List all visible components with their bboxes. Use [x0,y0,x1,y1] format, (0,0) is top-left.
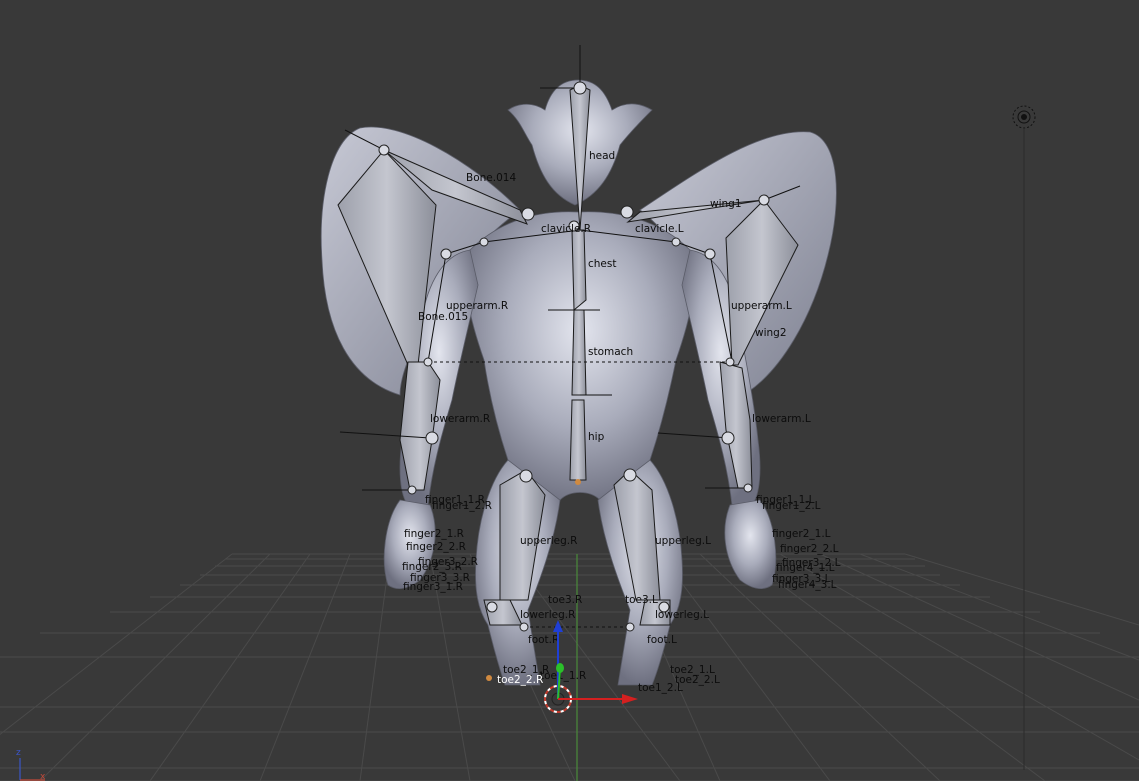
bone-label-lowerarm-l: lowerarm.L [752,413,811,425]
3d-viewport[interactable]: head Bone.014 wing1 clavicle.R clavicle.… [0,0,1139,781]
bone-label-wing1: wing1 [710,198,742,210]
bone-label-head: head [589,150,615,162]
x-axis-arrow-icon[interactable] [622,694,638,704]
bone-label-hip: hip [588,431,605,443]
bone-label-lowerleg-r: lowerleg.R [520,609,575,621]
toe-root-marker [486,675,492,681]
z-axis-arrow-icon[interactable] [553,620,563,632]
hip-root-marker [575,479,581,485]
bone-label-stomach: stomach [588,346,633,358]
bone-label-upperleg-r: upperleg.R [520,535,577,547]
bone-label-finger2-1-l: finger2_1.L [772,528,831,540]
lamp-object[interactable] [1012,105,1036,770]
bone-label-toe1-1-r: toe1_1.R [540,670,586,682]
bone-label-upperarm-l: upperarm.L [731,300,792,312]
bone-label-toe3-r: toe3.R [548,594,582,606]
floor-grid [0,553,1139,781]
bone-label-chest: chest [588,258,616,270]
bone-label-lowerarm-r: lowerarm.R [430,413,490,425]
bone-label-wing2: wing2 [755,327,787,339]
bone-label-toe3-l: toe3.L [625,594,658,606]
bone-label-foot-l: foot.L [647,634,677,646]
axis-x-label: x [40,772,46,781]
bone-label-finger1-2-r: finger1_2.R [432,500,492,512]
bone-label-finger2-1-r: finger2_1.R [404,528,464,540]
bone-label-toe1-2-l: toe1_2.L [638,682,683,694]
viewport-canvas[interactable]: head Bone.014 wing1 clavicle.R clavicle.… [0,0,1139,781]
bone-label-finger2-2-r: finger2_2.R [406,541,466,553]
bone-label-foot-r: foot.R [528,634,559,646]
y-axis-arrow-icon[interactable] [556,663,564,673]
bone-label-finger1-2-l: finger1_2.L [762,500,821,512]
bone-label-finger2-2-l: finger2_2.L [780,543,839,555]
bone-label-bone014: Bone.014 [466,172,516,184]
axis-z-label: z [16,748,21,758]
bone-label-finger4-3-l: finger4_3.L [778,579,837,591]
bone-label-toe2-2-r: toe2_2.R [497,674,543,686]
bone-label-clavicle-l: clavicle.L [635,223,684,235]
bone-label-bone015: Bone.015 [418,311,468,323]
bone-label-upperleg-l: upperleg.L [655,535,711,547]
view-orientation-axes: z x [16,748,46,781]
lamp-icon[interactable] [1021,114,1027,120]
bone-label-finger3-1-r: finger3_1.R [403,581,463,593]
bone-label-lowerleg-l: lowerleg.L [655,609,709,621]
bone-label-clavicle-r: clavicle.R [541,223,591,235]
